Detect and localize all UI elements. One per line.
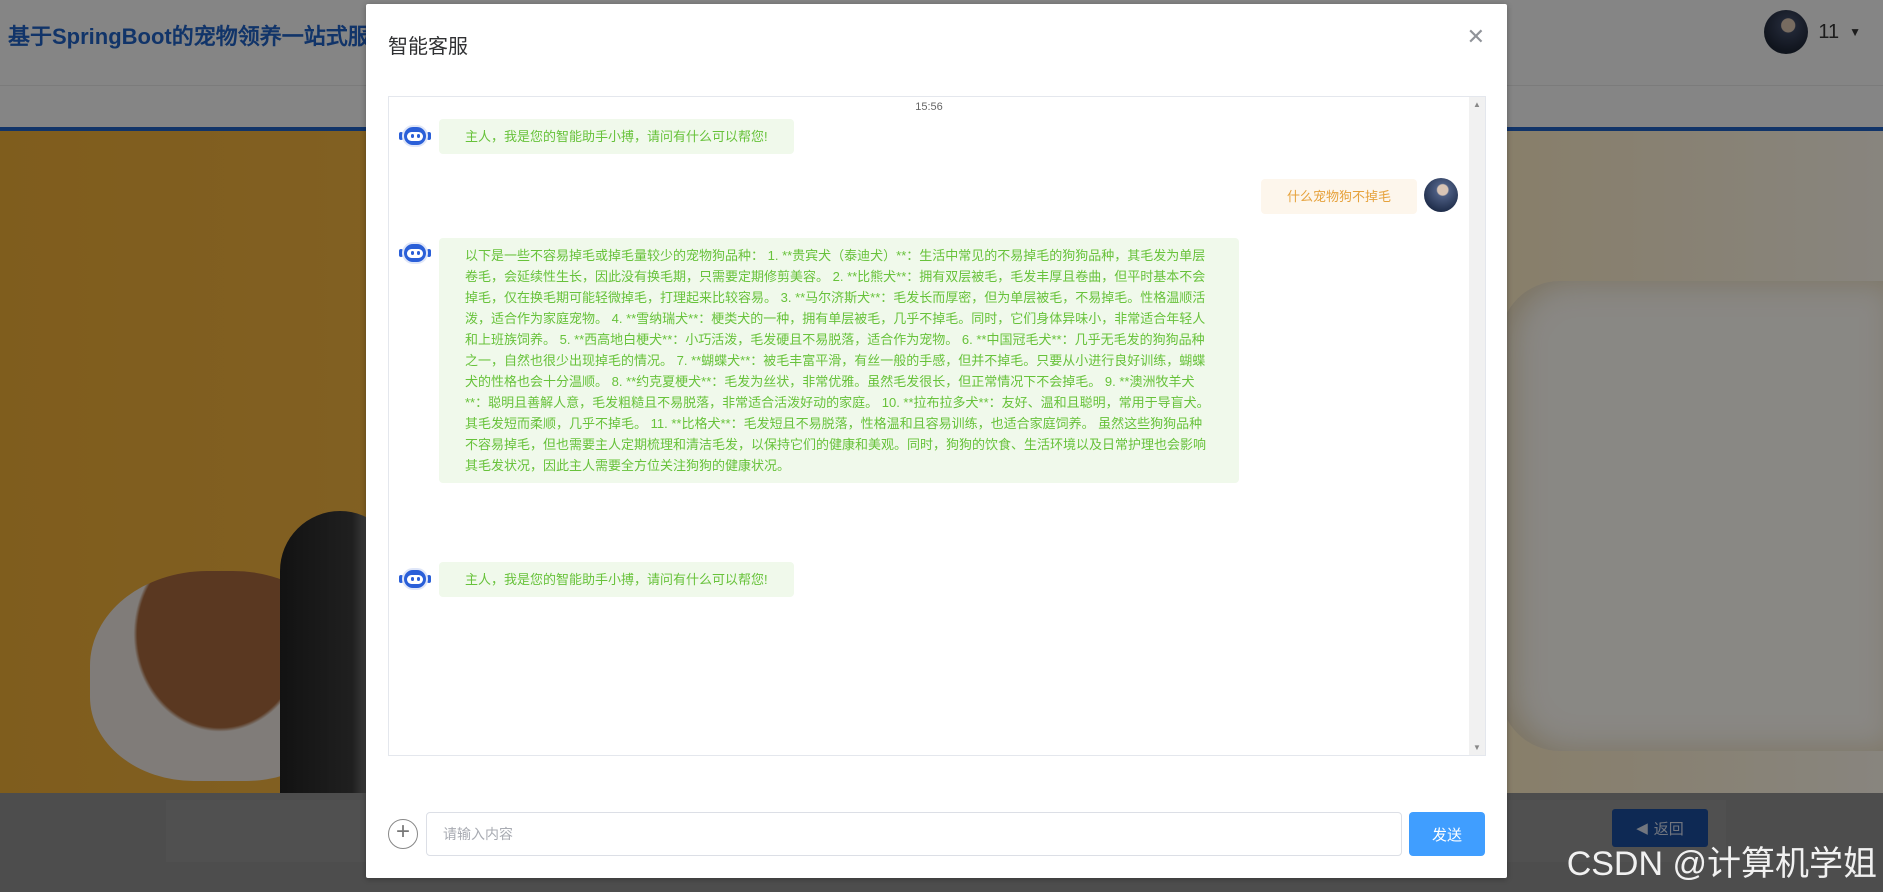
user-message: 什么宠物狗不掉毛	[1260, 179, 1417, 214]
send-button[interactable]: 发送	[1409, 812, 1485, 856]
watermark: CSDN @计算机学姐	[1566, 845, 1877, 883]
bot-message: 主人，我是您的智能助手小搏，请问有什么可以帮您!	[439, 119, 794, 154]
scroll-up-icon[interactable]: ▲	[1473, 100, 1481, 109]
bot-avatar-icon	[399, 123, 431, 153]
close-icon[interactable]: ✕	[1467, 26, 1485, 48]
bot-message: 以下是一些不容易掉毛或掉毛量较少的宠物狗品种： 1. **贵宾犬（泰迪犬）**：…	[439, 238, 1239, 483]
bot-avatar-icon	[399, 566, 431, 596]
message-input[interactable]	[426, 812, 1402, 856]
message-timestamp: 15:56	[915, 101, 943, 113]
chat-input-bar: + 发送	[388, 812, 1486, 856]
scroll-down-icon[interactable]: ▼	[1473, 743, 1481, 752]
chat-dialog: 智能客服 ✕ 15:56 主人，我是您的智能助手小搏，请问有什么可以帮您! 什么…	[366, 4, 1507, 878]
bot-message: 主人，我是您的智能助手小搏，请问有什么可以帮您!	[439, 562, 794, 597]
user-chat-avatar	[1424, 178, 1458, 212]
dialog-title: 智能客服	[388, 36, 468, 58]
bot-avatar-icon	[399, 240, 431, 270]
chat-message-list[interactable]: 15:56 主人，我是您的智能助手小搏，请问有什么可以帮您! 什么宠物狗不掉毛 …	[388, 96, 1486, 756]
chat-scrollbar[interactable]: ▲ ▼	[1469, 97, 1485, 755]
plus-icon[interactable]: +	[388, 819, 418, 849]
